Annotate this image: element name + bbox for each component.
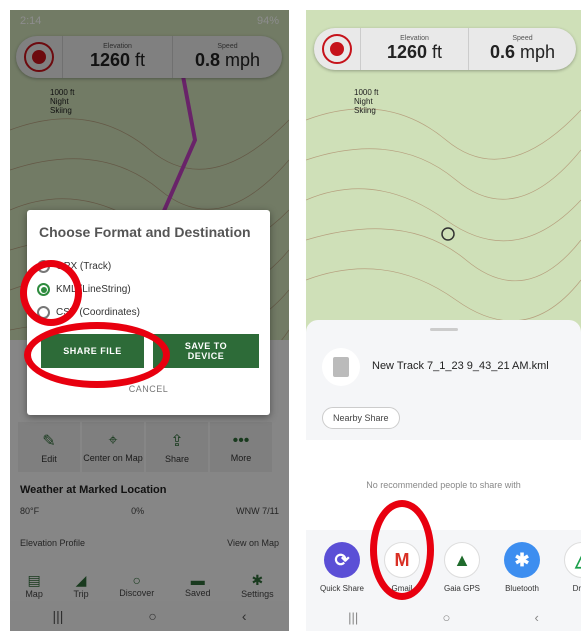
home-icon[interactable]: ○ <box>442 610 450 625</box>
app-row: ⟳ Quick Share M Gmail ▲ Gaia GPS ✱ Bluetooth… <box>316 542 581 593</box>
recording-bar: Elevation 1260 ft Speed 0.6 mph <box>314 28 576 70</box>
file-name: New Track 7_1_23 9_43_21 AM.kml <box>372 360 549 372</box>
file-thumbnail <box>322 348 360 386</box>
dialog-title: Choose Format and Destination <box>39 224 251 240</box>
app-gaia-gps[interactable]: ▲ Gaia GPS <box>436 542 488 593</box>
right-screenshot: 1000 ft Night Skiing Elevation 1260 ft Sp… <box>306 10 581 631</box>
speed-value: 0.6 <box>489 42 515 62</box>
elevation-readout: Elevation 1260 ft <box>360 28 468 70</box>
elevation-unit: ft <box>432 42 443 62</box>
app-bluetooth[interactable]: ✱ Bluetooth <box>496 542 548 593</box>
speed-label: Speed <box>512 35 533 42</box>
sheet-handle[interactable] <box>429 328 458 331</box>
bluetooth-icon: ✱ <box>504 542 540 578</box>
left-screenshot: 1000 ft Night Skiing 2:14 94% Elevation 12… <box>10 10 289 631</box>
app-quick-share-label: Quick Share <box>319 584 365 593</box>
quick-share-icon: ⟳ <box>324 542 360 578</box>
file-icon <box>333 357 349 377</box>
no-recommendation-text: No recommended people to share with <box>366 480 521 490</box>
elevation-value: 1260 <box>386 42 427 62</box>
app-quick-share[interactable]: ⟳ Quick Share <box>316 542 368 593</box>
speed-unit: mph <box>520 42 556 62</box>
nearby-share-button[interactable]: Nearby Share <box>322 407 400 429</box>
gaia-gps-icon: ▲ <box>444 542 480 578</box>
app-bluetooth-label: Bluetooth <box>505 584 539 593</box>
speed-readout: Speed 0.6 mph <box>468 28 576 70</box>
system-nav: ||| ○ ‹ <box>306 603 581 631</box>
annotation-circle-gmail <box>370 500 434 600</box>
recents-icon[interactable]: ||| <box>348 610 358 625</box>
share-sheet: New Track 7_1_23 9_43_21 AM.kml Nearby S… <box>306 320 581 631</box>
elevation-label: Elevation <box>400 35 429 42</box>
back-icon[interactable]: ‹ <box>535 610 539 625</box>
app-gaia-label: Gaia GPS <box>443 584 480 593</box>
cancel-button[interactable]: CANCEL <box>27 384 270 394</box>
app-drive[interactable]: △ Drive <box>556 542 581 593</box>
map-poi-label: 1000 ft Night Skiing <box>354 88 379 115</box>
annotation-circle-share <box>24 322 170 388</box>
annotation-circle-kml <box>20 260 82 326</box>
record-button[interactable] <box>322 34 352 64</box>
record-icon <box>330 42 344 56</box>
drive-icon: △ <box>564 542 581 578</box>
app-drive-label: Drive <box>572 584 581 593</box>
